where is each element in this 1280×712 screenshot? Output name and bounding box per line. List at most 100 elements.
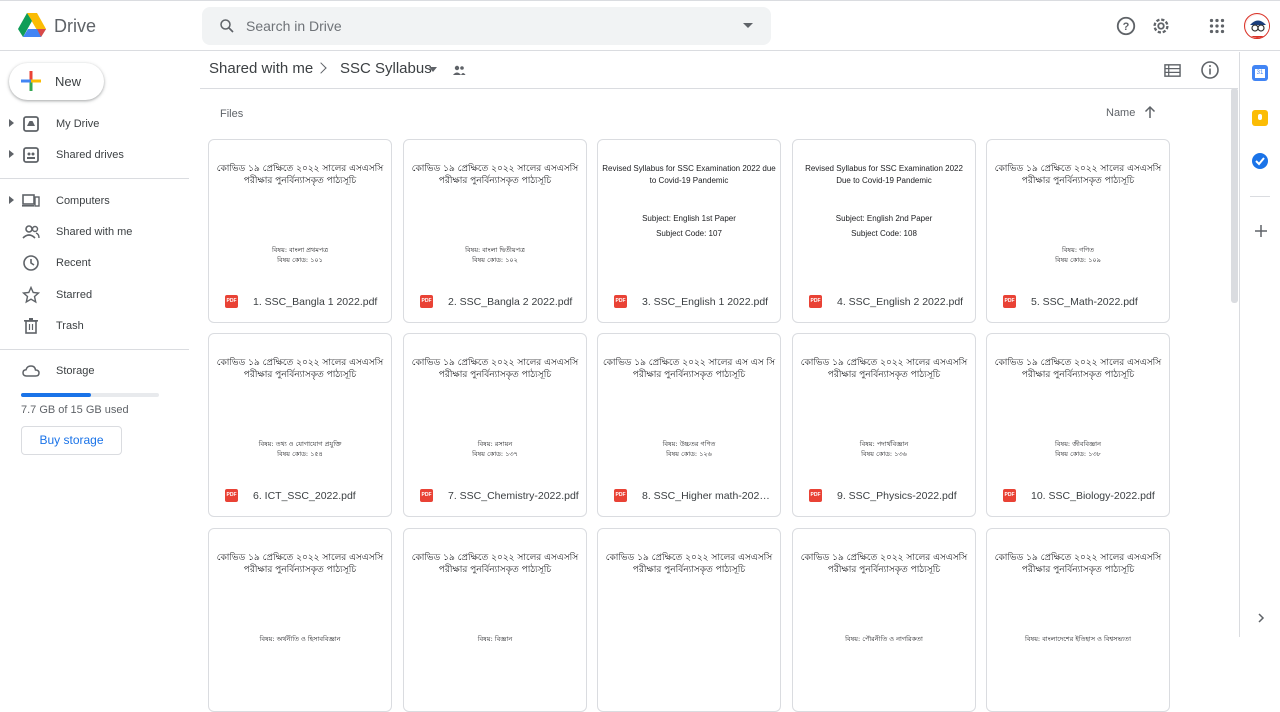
sidebar-item-starred[interactable]: Starred — [0, 280, 190, 310]
file-thumbnail[interactable]: কোভিড ১৯ প্রেক্ষিতে ২০২২ সালের এসএসসি পর… — [598, 529, 780, 672]
file-card[interactable]: কোভিড ১৯ প্রেক্ষিতে ২০২২ সালের এসএসসি পর… — [986, 528, 1170, 712]
file-card[interactable]: কোভিড ১৯ প্রেক্ষিতে ২০২২ সালের এসএসসি পর… — [403, 139, 587, 323]
expand-arrow-icon[interactable] — [9, 119, 14, 127]
search-bar[interactable] — [202, 7, 771, 45]
sort-by-name-button[interactable]: Name — [1106, 107, 1135, 119]
sidebar-item-my-drive[interactable]: My Drive — [0, 109, 190, 139]
thumbnail-subject-line: বিষয়: পদার্থবিজ্ঞান — [859, 440, 909, 448]
plus-icon — [21, 71, 41, 91]
sidebar-item-computers[interactable]: Computers — [0, 186, 190, 216]
pdf-file-icon: PDF — [225, 489, 238, 502]
file-card-footer[interactable]: PDF 5. SSC_Math-2022.pdf — [987, 283, 1169, 322]
file-name[interactable]: 8. SSC_Higher math-2022.pdf — [642, 490, 774, 502]
settings-icon[interactable] — [1150, 15, 1172, 37]
file-card[interactable]: কোভিড ১৯ প্রেক্ষিতে ২০২২ সালের এসএসসি পর… — [597, 528, 781, 712]
file-name[interactable]: 6. ICT_SSC_2022.pdf — [253, 490, 385, 502]
info-icon[interactable] — [1200, 60, 1220, 80]
app-name[interactable]: Drive — [54, 16, 96, 37]
add-addon-icon[interactable] — [1254, 224, 1268, 238]
file-card-footer[interactable]: PDF 7. SSC_Chemistry-2022.pdf — [404, 477, 586, 516]
file-card-footer[interactable]: PDF 4. SSC_English 2 2022.pdf — [793, 283, 975, 322]
calendar-icon[interactable]: 31 — [1252, 65, 1268, 81]
file-thumbnail[interactable]: কোভিড ১৯ প্রেক্ষিতে ২০২২ সালের এস এস সি … — [598, 334, 780, 477]
file-card-footer[interactable]: PDF 10. SSC_Biology-2022.pdf — [987, 477, 1169, 516]
file-card[interactable]: কোভিড ১৯ প্রেক্ষিতে ২০২২ সালের এসএসসি পর… — [208, 333, 392, 517]
file-card-footer[interactable]: PDF 8. SSC_Higher math-2022.pdf — [598, 477, 780, 516]
breadcrumb-current-folder[interactable]: SSC Syllabus — [340, 60, 432, 77]
scrollbar[interactable] — [1229, 88, 1238, 637]
list-view-icon[interactable] — [1164, 62, 1181, 79]
folder-menu-caret-icon[interactable] — [429, 67, 437, 72]
file-name[interactable]: 2. SSC_Bangla 2 2022.pdf — [448, 296, 580, 308]
search-input[interactable] — [246, 15, 726, 37]
thumbnail-subject: বিষয়: বাংলা দ্বিতীয়পত্র বিষয় কোড: ১০২ — [404, 245, 586, 265]
file-name[interactable]: 4. SSC_English 2 2022.pdf — [837, 296, 969, 308]
sidebar-item-recent[interactable]: Recent — [0, 248, 190, 278]
file-card[interactable]: কোভিড ১৯ প্রেক্ষিতে ২০২২ সালের এসএসসি পর… — [986, 139, 1170, 323]
new-button[interactable]: New — [9, 63, 104, 100]
file-card[interactable]: Revised Syllabus for SSC Examination 202… — [597, 139, 781, 323]
file-card-footer[interactable]: PDF 9. SSC_Physics-2022.pdf — [793, 477, 975, 516]
pdf-file-icon: PDF — [809, 295, 822, 308]
file-thumbnail[interactable]: কোভিড ১৯ প্রেক্ষিতে ২০২২ সালের এসএসসি পর… — [987, 140, 1169, 283]
file-name[interactable]: 1. SSC_Bangla 1 2022.pdf — [253, 296, 385, 308]
breadcrumb-shared-with-me[interactable]: Shared with me — [209, 60, 313, 77]
file-card[interactable]: কোভিড ১৯ প্রেক্ষিতে ২০২২ সালের এসএসসি পর… — [792, 333, 976, 517]
file-thumbnail[interactable]: কোভিড ১৯ প্রেক্ষিতে ২০২২ সালের এসএসসি পর… — [987, 334, 1169, 477]
thumbnail-subject-line: Subject Code: 107 — [656, 229, 722, 238]
sidebar-item-shared-with-me[interactable]: Shared with me — [0, 217, 190, 247]
thumbnail-subject-line: বিষয় কোড: ১৩৬ — [861, 450, 907, 458]
help-icon[interactable]: ? — [1115, 15, 1137, 37]
thumbnail-subject-line: বিষয় কোড: ১৩৮ — [1055, 450, 1101, 458]
expand-arrow-icon[interactable] — [9, 196, 14, 204]
file-card[interactable]: কোভিড ১৯ প্রেক্ষিতে ২০২২ সালের এসএসসি পর… — [208, 139, 392, 323]
file-card[interactable]: কোভিড ১৯ প্রেক্ষিতে ২০২২ সালের এসএসসি পর… — [403, 333, 587, 517]
file-name[interactable]: 10. SSC_Biology-2022.pdf — [1031, 490, 1163, 502]
file-card-footer[interactable]: PDF 1. SSC_Bangla 1 2022.pdf — [209, 283, 391, 322]
scrollbar-thumb[interactable] — [1231, 88, 1238, 303]
file-thumbnail[interactable]: কোভিড ১৯ প্রেক্ষিতে ২০২২ সালের এসএসসি পর… — [404, 334, 586, 477]
drive-logo-icon[interactable] — [18, 13, 46, 39]
file-thumbnail[interactable]: কোভিড ১৯ প্রেক্ষিতে ২০২২ সালের এসএসসি পর… — [404, 140, 586, 283]
search-icon[interactable] — [218, 17, 236, 35]
file-card-footer[interactable]: PDF 2. SSC_Bangla 2 2022.pdf — [404, 283, 586, 322]
file-card[interactable]: Revised Syllabus for SSC Examination 202… — [792, 139, 976, 323]
account-avatar[interactable] — [1244, 13, 1270, 39]
file-thumbnail[interactable]: কোভিড ১৯ প্রেক্ষিতে ২০২২ সালের এসএসসি পর… — [209, 529, 391, 672]
file-thumbnail[interactable]: কোভিড ১৯ প্রেক্ষিতে ২০২২ সালের এসএসসি পর… — [209, 140, 391, 283]
sort-ascending-arrow-icon[interactable] — [1143, 105, 1157, 119]
file-name[interactable]: 7. SSC_Chemistry-2022.pdf — [448, 490, 580, 502]
sidebar-item-trash[interactable]: Trash — [0, 311, 190, 341]
file-card[interactable]: কোভিড ১৯ প্রেক্ষিতে ২০২২ সালের এসএসসি পর… — [403, 528, 587, 712]
file-thumbnail[interactable]: কোভিড ১৯ প্রেক্ষিতে ২০২২ সালের এসএসসি পর… — [209, 334, 391, 477]
file-card-footer[interactable]: PDF 3. SSC_English 1 2022.pdf — [598, 283, 780, 322]
file-card[interactable]: কোভিড ১৯ প্রেক্ষিতে ২০২২ সালের এস এস সি … — [597, 333, 781, 517]
file-thumbnail[interactable]: কোভিড ১৯ প্রেক্ষিতে ২০২২ সালের এসএসসি পর… — [404, 529, 586, 672]
thumbnail-subject-line: বিষয়: বাংলা দ্বিতীয়পত্র — [465, 246, 525, 254]
file-card[interactable]: কোভিড ১৯ প্রেক্ষিতে ২০২২ সালের এসএসসি পর… — [792, 528, 976, 712]
pdf-file-icon: PDF — [225, 295, 238, 308]
tasks-icon[interactable] — [1252, 153, 1268, 169]
file-card[interactable]: কোভিড ১৯ প্রেক্ষিতে ২০২২ সালের এসএসসি পর… — [208, 528, 392, 712]
file-thumbnail[interactable]: কোভিড ১৯ প্রেক্ষিতে ২০২২ সালের এসএসসি পর… — [793, 529, 975, 672]
buy-storage-button[interactable]: Buy storage — [21, 426, 122, 455]
apps-icon[interactable] — [1206, 15, 1228, 37]
search-options-icon[interactable] — [743, 23, 753, 28]
sidebar-item-label: Recent — [56, 257, 91, 269]
file-thumbnail[interactable]: কোভিড ১৯ প্রেক্ষিতে ২০২২ সালের এসএসসি পর… — [793, 334, 975, 477]
header-divider — [200, 88, 1238, 89]
expand-arrow-icon[interactable] — [9, 150, 14, 158]
file-card-footer[interactable]: PDF 6. ICT_SSC_2022.pdf — [209, 477, 391, 516]
file-card[interactable]: কোভিড ১৯ প্রেক্ষিতে ২০২২ সালের এসএসসি পর… — [986, 333, 1170, 517]
file-name[interactable]: 5. SSC_Math-2022.pdf — [1031, 296, 1163, 308]
sidebar-item-storage[interactable]: Storage — [0, 356, 190, 386]
file-thumbnail[interactable]: Revised Syllabus for SSC Examination 202… — [793, 140, 975, 283]
shared-folder-people-icon[interactable] — [452, 63, 466, 77]
file-thumbnail[interactable]: Revised Syllabus for SSC Examination 202… — [598, 140, 780, 283]
keep-icon[interactable] — [1252, 110, 1268, 126]
file-name[interactable]: 3. SSC_English 1 2022.pdf — [642, 296, 774, 308]
expand-panel-icon[interactable] — [1256, 613, 1266, 623]
file-name[interactable]: 9. SSC_Physics-2022.pdf — [837, 490, 969, 502]
file-thumbnail[interactable]: কোভিড ১৯ প্রেক্ষিতে ২০২২ সালের এসএসসি পর… — [987, 529, 1169, 672]
sidebar-item-shared-drives[interactable]: Shared drives — [0, 140, 190, 170]
